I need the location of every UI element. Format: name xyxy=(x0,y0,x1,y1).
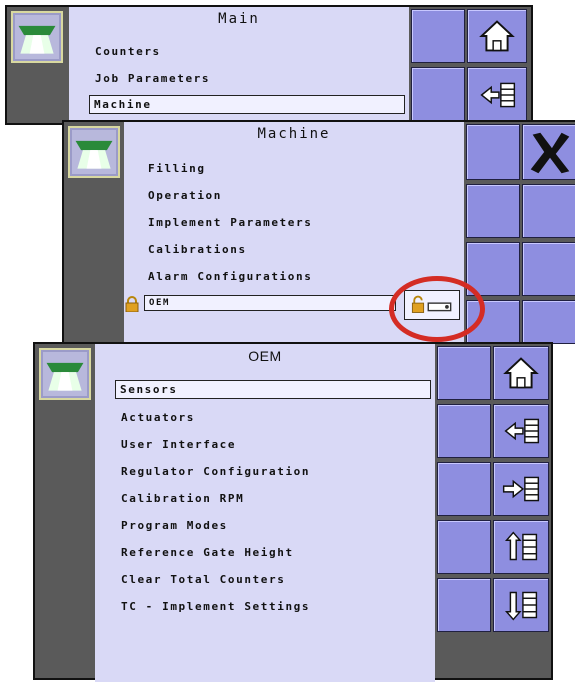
forward-button[interactable] xyxy=(493,462,549,516)
side-button-blank[interactable] xyxy=(437,520,491,574)
menu-item-implement-parameters[interactable]: Implement Parameters xyxy=(148,216,312,229)
menu-item-counters[interactable]: Counters xyxy=(95,45,161,58)
side-button-blank[interactable] xyxy=(411,67,465,123)
side-button-blank[interactable] xyxy=(411,9,465,63)
oem-menu-panel: OEM Sensors Actuators User Interface Reg… xyxy=(95,344,435,682)
side-button-blank[interactable] xyxy=(466,184,520,238)
spreader-logo-icon[interactable] xyxy=(39,348,91,400)
forward-to-list-icon xyxy=(502,476,540,502)
back-to-list-icon xyxy=(480,82,516,108)
menu-item-user-interface[interactable]: User Interface xyxy=(121,438,236,451)
menu-item-sensors[interactable]: Sensors xyxy=(115,380,431,399)
home-icon xyxy=(479,20,515,52)
menu-item-reference-gate-height[interactable]: Reference Gate Height xyxy=(121,546,294,559)
padlock-icon xyxy=(125,296,139,312)
page-up-button[interactable] xyxy=(493,520,549,574)
machine-screen: Machine Filling Operation Implement Para… xyxy=(62,120,575,346)
menu-item-operation[interactable]: Operation xyxy=(148,189,222,202)
page-up-icon xyxy=(504,531,538,561)
back-button[interactable] xyxy=(467,67,527,123)
side-button-blank[interactable] xyxy=(437,578,491,632)
back-button[interactable] xyxy=(493,404,549,458)
page-title: OEM xyxy=(248,348,282,364)
menu-item-calibration-rpm[interactable]: Calibration RPM xyxy=(121,492,244,505)
menu-item-calibrations[interactable]: Calibrations xyxy=(148,243,247,256)
home-icon xyxy=(503,357,539,389)
back-to-list-icon xyxy=(504,418,540,444)
side-button-blank[interactable] xyxy=(522,242,575,296)
side-button-blank[interactable] xyxy=(466,124,520,180)
home-button[interactable] xyxy=(467,9,527,63)
menu-item-regulator-configuration[interactable]: Regulator Configuration xyxy=(121,465,310,478)
main-menu-panel: Main Counters Job Parameters Machine xyxy=(69,7,409,127)
oem-screen: OEM Sensors Actuators User Interface Reg… xyxy=(33,342,553,682)
menu-item-alarm-configurations[interactable]: Alarm Configurations xyxy=(148,270,312,283)
page-title: Machine xyxy=(257,126,331,142)
home-button[interactable] xyxy=(493,346,549,400)
side-button-blank[interactable] xyxy=(437,462,491,516)
highlight-ring xyxy=(389,276,485,342)
spreader-logo-icon[interactable] xyxy=(11,11,63,63)
side-button-blank[interactable] xyxy=(437,346,491,400)
side-button-blank[interactable] xyxy=(522,300,575,344)
menu-item-tc-implement-settings[interactable]: TC - Implement Settings xyxy=(121,600,310,613)
menu-item-machine[interactable]: Machine xyxy=(89,95,405,114)
menu-item-filling[interactable]: Filling xyxy=(148,162,206,175)
menu-item-actuators[interactable]: Actuators xyxy=(121,411,195,424)
close-button[interactable] xyxy=(522,124,575,180)
side-button-blank[interactable] xyxy=(437,404,491,458)
menu-item-oem[interactable]: OEM xyxy=(144,295,396,311)
page-down-icon xyxy=(504,591,538,621)
menu-item-job-parameters[interactable]: Job Parameters xyxy=(95,72,210,85)
page-down-button[interactable] xyxy=(493,578,549,632)
side-button-blank[interactable] xyxy=(522,184,575,238)
menu-item-program-modes[interactable]: Program Modes xyxy=(121,519,228,532)
menu-item-clear-total-counters[interactable]: Clear Total Counters xyxy=(121,573,285,586)
page-title: Main xyxy=(218,11,260,27)
spreader-logo-icon[interactable] xyxy=(68,126,120,178)
close-x-icon xyxy=(530,132,570,174)
main-screen: Main Counters Job Parameters Machine xyxy=(5,5,533,127)
